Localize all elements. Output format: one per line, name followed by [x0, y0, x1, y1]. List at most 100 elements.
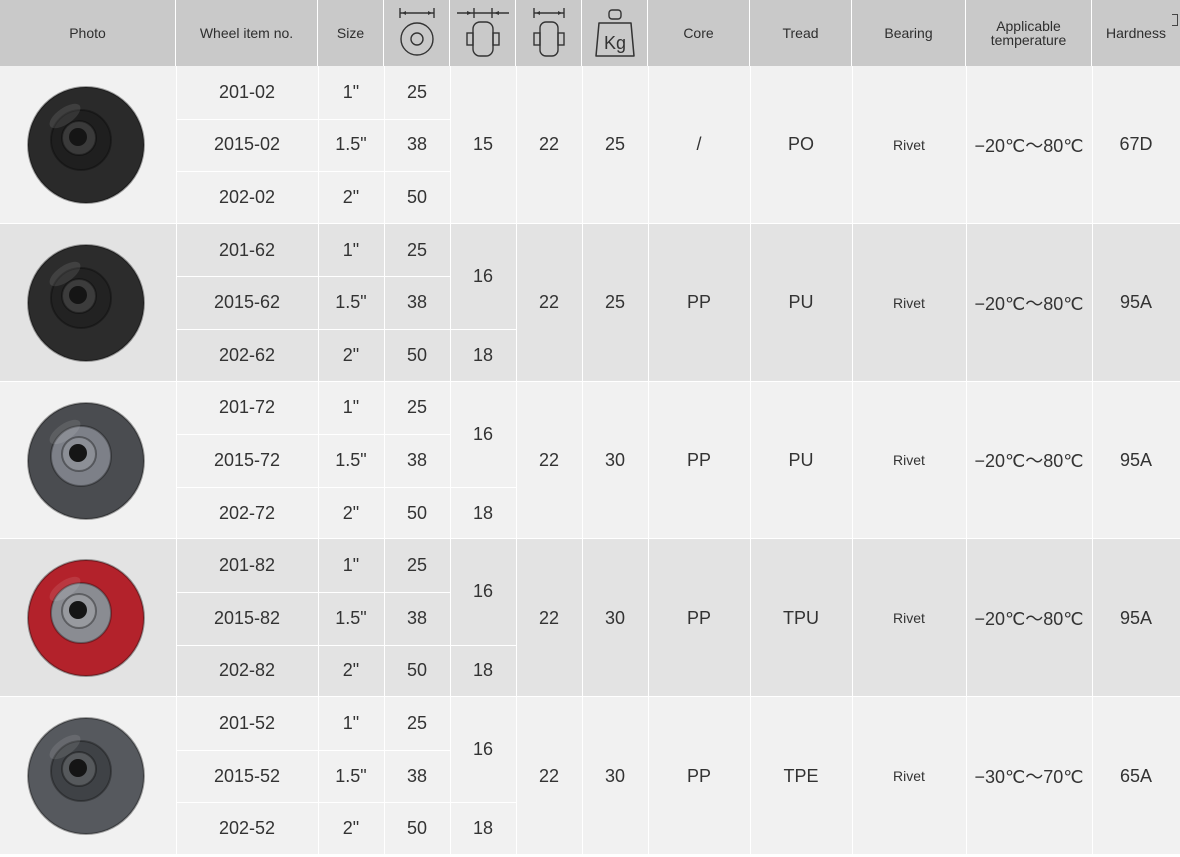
core-material: PP — [686, 292, 711, 313]
header-item-no: Wheel item no. — [176, 0, 318, 66]
core-material: PP — [686, 449, 711, 470]
wheel-item-no: 202-62 — [218, 344, 276, 365]
wheel-item-no: 201-02 — [218, 81, 276, 102]
wheel-width-mm: 16 — [472, 581, 494, 602]
wheel-size-inch: 1.5" — [335, 449, 367, 470]
wheel-width-mm: 15 — [472, 134, 494, 155]
header-core: Core — [648, 0, 750, 66]
wheel-diameter-icon — [398, 8, 435, 56]
temperature-range: −20℃～80℃ — [974, 609, 1084, 630]
hardness-value: 95A — [1119, 607, 1153, 628]
wheel-width-mm: 16 — [472, 423, 494, 444]
wheel-diameter-mm: 25 — [406, 81, 428, 102]
bearing-type: Rivet — [893, 136, 925, 153]
wheel-size-inch: 1" — [342, 712, 360, 733]
wheel-item-no: 2015-72 — [213, 449, 281, 470]
bearing-type: Rivet — [893, 294, 925, 311]
wheel-item-no: 2015-02 — [213, 134, 281, 155]
wheel-diameter-mm: 38 — [406, 134, 428, 155]
wheel-item-no: 201-52 — [218, 712, 276, 733]
wheel-diameter-mm: 38 — [406, 607, 428, 628]
core-material: PP — [686, 607, 711, 628]
wheel-item-no: 202-72 — [218, 502, 276, 523]
load-capacity-kg: 30 — [604, 449, 626, 470]
header-hardness-label: Hardness — [1106, 25, 1166, 41]
hub-length-mm: 22 — [538, 134, 560, 155]
hub-length-icon — [532, 8, 565, 57]
wheel-diameter-mm: 50 — [406, 660, 428, 681]
header-bearing-label: Bearing — [884, 25, 933, 41]
core-material: / — [696, 134, 702, 155]
wheel-photo — [27, 717, 145, 836]
load-unit-label: Kg — [603, 33, 625, 53]
header-core-label: Core — [683, 25, 714, 41]
core-material: PP — [686, 765, 711, 786]
wheel-diameter-mm: 50 — [406, 186, 428, 207]
load-capacity-kg: 30 — [604, 607, 626, 628]
hub-length-mm: 22 — [538, 765, 560, 786]
load-capacity-kg: 25 — [604, 292, 626, 313]
wheel-diameter-mm: 25 — [406, 712, 428, 733]
load-capacity-kg: 25 — [604, 134, 626, 155]
wheel-width-mm: 18 — [472, 502, 494, 523]
wheel-width-mm: 18 — [472, 660, 494, 681]
header-load: Kg — [582, 0, 648, 66]
wheel-width-mm: 16 — [472, 739, 494, 760]
wheel-photo — [27, 559, 145, 678]
wheel-diameter-mm: 50 — [406, 502, 428, 523]
wheel-photo — [27, 85, 145, 204]
header-item-label: Wheel item no. — [199, 25, 294, 41]
wheel-diameter-mm: 25 — [406, 397, 428, 418]
edge-bracket-mark — [1172, 14, 1178, 26]
hardness-value: 95A — [1119, 292, 1153, 313]
wheel-size-inch: 1.5" — [335, 134, 367, 155]
header-bearing: Bearing — [852, 0, 966, 66]
wheel-width-mm: 16 — [472, 265, 494, 286]
wheel-size-inch: 2" — [342, 344, 360, 365]
wheel-item-no: 202-82 — [218, 660, 276, 681]
wheel-size-inch: 1.5" — [335, 607, 367, 628]
wheel-diameter-mm: 50 — [406, 818, 428, 839]
header-temperature-line1: Applicable — [996, 18, 1061, 34]
wheel-size-inch: 1" — [342, 81, 360, 102]
tread-material: TPU — [783, 607, 819, 628]
temperature-range: −20℃～80℃ — [974, 293, 1084, 314]
wheel-size-inch: 2" — [342, 502, 360, 523]
wheel-item-no: 202-02 — [218, 186, 276, 207]
hardness-value: 67D — [1119, 134, 1153, 155]
wheel-size-inch: 1" — [342, 555, 360, 576]
caster-wheel-spec-table: Photo Wheel item no. Size Kg Core Tread … — [0, 0, 1180, 857]
tread-material: PO — [787, 134, 814, 155]
wheel-size-inch: 2" — [342, 186, 360, 207]
wheel-diameter-mm: 25 — [406, 239, 428, 260]
wheel-size-inch: 1.5" — [335, 292, 367, 313]
wheel-item-no: 201-62 — [218, 239, 276, 260]
wheel-width-mm: 18 — [472, 344, 494, 365]
wheel-diameter-mm: 38 — [406, 292, 428, 313]
wheel-diameter-mm: 50 — [406, 344, 428, 365]
bearing-type: Rivet — [893, 452, 925, 469]
wheel-item-no: 201-72 — [218, 397, 276, 418]
header-temperature: Applicable temperature — [966, 0, 1092, 66]
wheel-size-inch: 2" — [342, 660, 360, 681]
subrow-divider — [450, 329, 516, 330]
temperature-range: −20℃～80℃ — [974, 135, 1084, 156]
bearing-type: Rivet — [893, 610, 925, 627]
wheel-photo — [27, 243, 145, 362]
bearing-type: Rivet — [893, 768, 925, 785]
hardness-value: 65A — [1119, 765, 1153, 786]
header-hub-length — [516, 0, 582, 66]
wheel-diameter-mm: 38 — [406, 449, 428, 470]
subrow-divider — [450, 802, 516, 804]
header-width — [450, 0, 516, 66]
wheel-item-no: 201-82 — [218, 555, 276, 576]
wheel-size-inch: 1" — [342, 239, 360, 260]
temperature-range: −30℃～70℃ — [974, 767, 1084, 788]
header-diameter — [384, 0, 450, 66]
wheel-size-inch: 2" — [342, 818, 360, 839]
wheel-item-no: 2015-52 — [213, 765, 281, 786]
wheel-photo — [27, 401, 145, 520]
header-hardness: Hardness — [1092, 0, 1180, 66]
load-capacity-kg: 30 — [604, 765, 626, 786]
wheel-item-no: 2015-82 — [213, 607, 281, 628]
